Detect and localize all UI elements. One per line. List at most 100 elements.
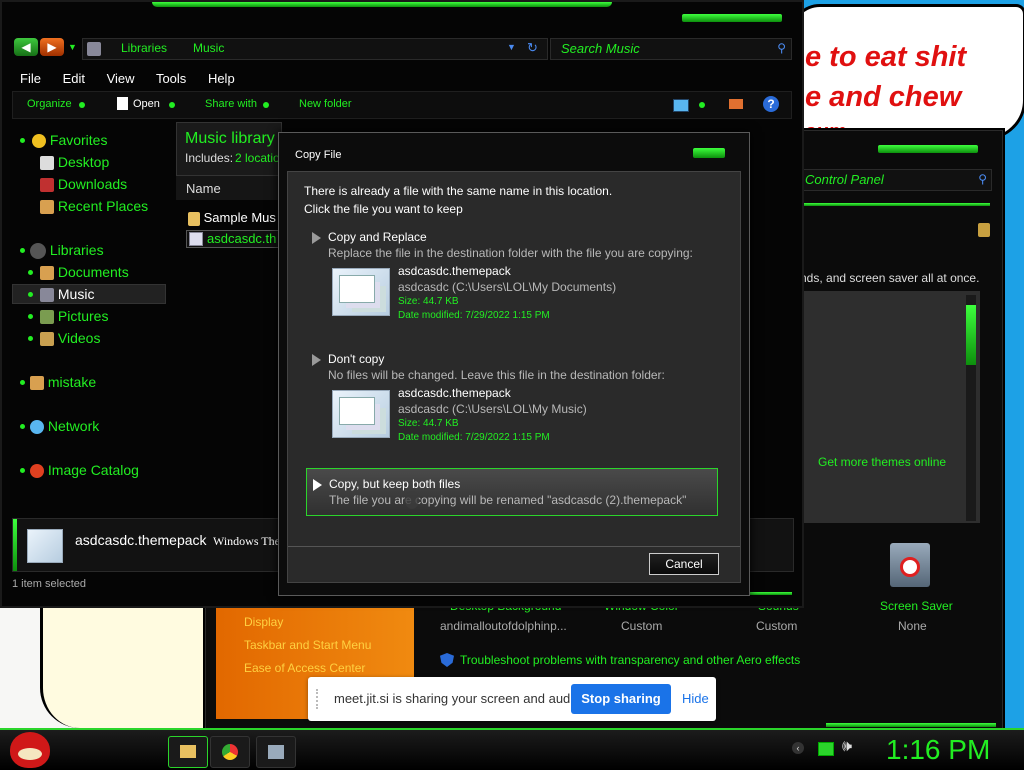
keep-both-title: Copy, but keep both files [329,477,461,491]
open-button[interactable]: Open [133,98,160,110]
control-panel-icon [268,745,284,759]
column-name[interactable]: Name [186,181,221,196]
file-row[interactable]: Sample Mus [188,210,276,226]
arrow-icon [313,479,322,491]
desktop-background-value: andimalloutofdolphinp... [440,619,567,633]
cancel-button[interactable]: Cancel [649,553,719,575]
link-ease-of-access[interactable]: Ease of Access Center [244,661,365,675]
clock[interactable]: 1:16 PM [886,734,990,766]
screen-saver-label[interactable]: Screen Saver [880,599,953,613]
keep-both-option[interactable]: Copy, but keep both files The file you a… [306,468,718,516]
preview-pane-icon[interactable] [729,99,743,109]
search-icon[interactable]: ⚲ [978,172,987,186]
open-dropdown-icon[interactable] [169,102,175,108]
taskbar-control-panel-button[interactable] [256,736,296,768]
nav-libraries[interactable]: Libraries [30,242,104,260]
nav-recent-places[interactable]: Recent Places [40,198,148,215]
hide-button[interactable]: Hide [682,691,709,706]
themepack-file-icon [189,232,203,246]
dont-copy-desc: No files will be changed. Leave this fil… [328,368,665,382]
themepack-thumbnail-icon [332,268,390,316]
start-button-angry-bird-icon[interactable] [10,732,50,768]
theme-list[interactable]: Get more themes online [800,291,980,523]
taskbar-chrome-button[interactable] [210,736,250,768]
organize-button[interactable]: Organize [27,98,72,110]
menu-file[interactable]: File [20,71,41,86]
address-bar[interactable]: Libraries Music ▼ ↻ [82,38,548,60]
breadcrumb-libraries[interactable]: Libraries [121,41,167,55]
videos-icon [40,332,54,347]
speech-bubble: e to eat shit e and chew sum [790,4,1024,140]
address-dropdown-icon[interactable]: ▼ [507,42,516,52]
menu-view[interactable]: View [107,71,135,86]
nav-image-catalog[interactable]: Image Catalog [30,462,139,479]
view-options-icon[interactable] [673,99,689,112]
menu-help[interactable]: Help [208,71,235,86]
new-folder-button[interactable]: New folder [299,98,352,110]
destination-file-path: asdcasdc (C:\Users\LOL\My Music) [398,402,587,416]
window-controls[interactable] [682,14,782,22]
nav-videos[interactable]: Videos [40,330,100,347]
dont-copy-title: Don't copy [328,352,385,366]
drag-handle-icon[interactable] [316,689,320,709]
keep-both-desc: The file you are copying will be renamed… [329,493,687,507]
includes-locations-link[interactable]: 2 locatio [235,151,280,165]
cp-search-box[interactable]: Control Panel ⚲ [800,169,992,191]
stop-sharing-button[interactable]: Stop sharing [571,684,671,714]
share-dropdown-icon[interactable] [263,102,269,108]
back-button[interactable]: ◀ [14,38,38,56]
theme-description: nds, and screen saver all at once. [800,271,980,285]
nav-documents[interactable]: Documents [40,264,129,281]
recent-pages-chevron-icon[interactable]: ▼ [68,42,77,52]
volume-icon[interactable]: 🕪 [842,738,852,756]
refresh-icon[interactable]: ↻ [527,40,538,56]
dialog-body: There is already a file with the same na… [287,171,741,583]
network-tray-icon[interactable] [818,742,834,756]
search-box[interactable]: Search Music ⚲ [550,38,792,60]
details-file-type: Windows The [213,534,280,548]
drawing-shape [40,602,218,728]
nav-pictures[interactable]: Pictures [40,308,108,325]
nav-favorites[interactable]: Favorites [32,132,107,149]
search-icon[interactable]: ⚲ [777,41,786,55]
taskbar-explorer-button[interactable] [168,736,208,768]
sounds-value: Custom [756,619,798,633]
homegroup-icon [30,376,44,391]
forward-button[interactable]: ▶ [40,38,64,56]
copy-and-replace-desc: Replace the file in the destination fold… [328,246,693,260]
view-dropdown-icon[interactable] [699,102,705,108]
window-controls[interactable] [878,145,978,153]
nav-downloads[interactable]: Downloads [40,176,127,193]
get-more-themes-link[interactable]: Get more themes online [818,455,946,469]
help-icon[interactable]: ? [763,96,779,112]
breadcrumb-music[interactable]: Music [193,41,224,55]
bottom-accent [826,723,996,727]
source-file-name: asdcasdc.themepack [398,264,511,278]
scrollbar[interactable] [966,295,976,521]
link-taskbar[interactable]: Taskbar and Start Menu [244,638,371,652]
documents-icon [40,266,54,281]
organize-dropdown-icon[interactable] [79,102,85,108]
screen-saver-icon[interactable] [890,543,930,587]
destination-file-name: asdcasdc.themepack [398,386,511,400]
menu-edit[interactable]: Edit [63,71,85,86]
dont-copy-option[interactable]: Don't copy No files will be changed. Lea… [304,348,720,448]
help-icon[interactable] [978,223,990,237]
dialog-close-button[interactable] [693,148,725,158]
nav-desktop[interactable]: Desktop [40,154,109,171]
nav-network[interactable]: Network [30,418,99,435]
copy-and-replace-option[interactable]: Copy and Replace Replace the file in the… [304,226,720,326]
share-with-button[interactable]: Share with [205,98,257,110]
nav-mistake[interactable]: mistake [30,374,96,391]
show-hidden-icons-chevron-icon[interactable]: ‹ [792,742,804,754]
link-display[interactable]: Display [244,615,283,629]
downloads-icon [40,178,54,193]
troubleshoot-link[interactable]: Troubleshoot problems with transparency … [460,653,800,667]
folder-icon [180,745,196,758]
nav-music[interactable]: Music [40,286,94,303]
mouse-cursor-icon [405,491,419,509]
menu-tools[interactable]: Tools [156,71,186,86]
file-row-selected[interactable]: asdcasdc.th [186,230,284,248]
scrollbar-thumb[interactable] [966,305,976,365]
star-icon [32,134,46,149]
